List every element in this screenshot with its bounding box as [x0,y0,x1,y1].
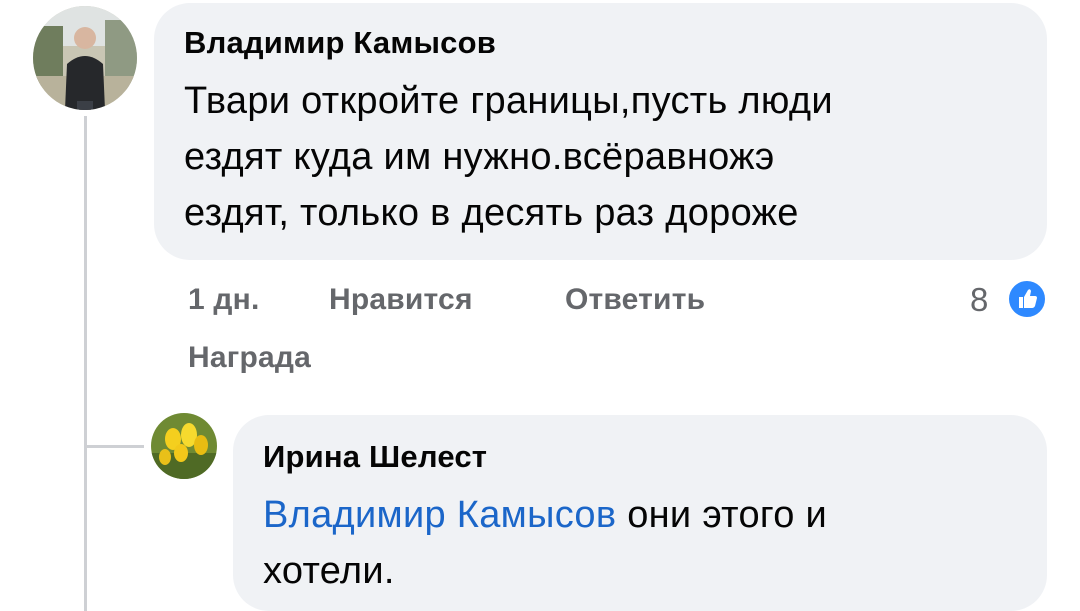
comment-text-line: ездят куда им нужно.всёравножэ [184,136,775,178]
reply-text: Владимир Камысов они этого и хотели. [263,487,1017,599]
reply-text-line: хотели. [263,550,395,592]
mention-link[interactable]: Владимир Камысов [263,494,616,536]
like-button[interactable]: Нравится [329,283,473,317]
award-button[interactable]: Награда [188,341,311,375]
comment-bubble: Владимир Камысов Твари откройте границы,… [154,3,1047,260]
reply-button[interactable]: Ответить [565,283,705,317]
reply-bubble: Ирина Шелест Владимир Камысов они этого … [233,415,1047,611]
thread-line-vertical [84,116,87,611]
profile-photo-icon [33,6,137,110]
thread-line-branch [84,445,144,448]
comment-text: Твари откройте границы,пусть люди ездят … [184,73,1017,241]
thumbs-up-icon [1019,289,1037,308]
comment-text-line: ездят, только в десять раз дороже [184,192,799,234]
reply-avatar[interactable] [151,413,217,479]
comment-author[interactable]: Владимир Камысов [184,25,1017,61]
avatar[interactable] [33,6,137,110]
reply-text-line: Владимир Камысов они этого и [263,487,1017,543]
flowers-photo-icon [151,413,217,479]
reply-author[interactable]: Ирина Шелест [263,439,1017,475]
comment-time[interactable]: 1 дн. [188,283,260,317]
reply-text-fragment: они этого и [616,494,828,536]
like-icon[interactable] [1006,278,1048,320]
reaction-count[interactable]: 8 [970,281,988,319]
comment-text-line: Твари откройте границы,пусть люди [184,80,833,122]
